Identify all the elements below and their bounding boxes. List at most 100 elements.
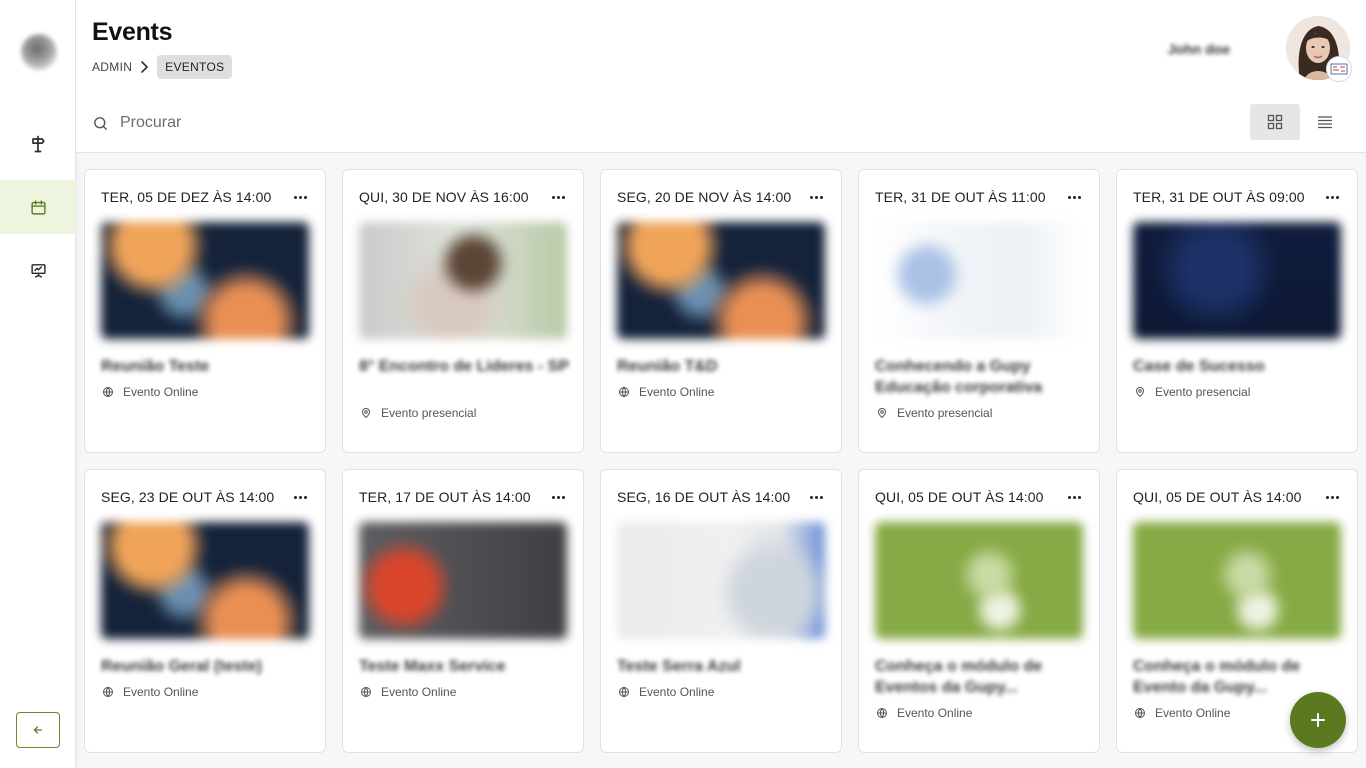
add-event-button[interactable] xyxy=(1290,692,1346,748)
event-title: Teste Maxx Service xyxy=(359,658,506,675)
event-type-label: Evento Online xyxy=(123,685,199,699)
event-card[interactable]: TER, 05 DE DEZ ÀS 14:00 Reunião Teste Ev… xyxy=(84,169,326,453)
user-name[interactable]: John doe xyxy=(1168,41,1230,57)
event-date: SEG, 20 DE NOV ÀS 14:00 xyxy=(617,189,792,205)
event-title: Case de Sucesso xyxy=(1133,358,1265,375)
event-card[interactable]: QUI, 30 DE NOV ÀS 16:00 8° Encontro de L… xyxy=(342,169,584,453)
event-type: Evento presencial xyxy=(360,406,476,420)
event-cover-image xyxy=(101,222,309,339)
event-title: Teste Serra Azul xyxy=(617,658,741,675)
company-logo[interactable] xyxy=(21,34,57,70)
page-title: Events xyxy=(92,18,173,46)
event-title: 8° Encontro de Lideres - SP xyxy=(359,358,569,375)
event-type: Evento Online xyxy=(618,685,714,699)
more-options-icon[interactable] xyxy=(1321,188,1343,206)
event-cover-image xyxy=(359,222,567,339)
event-card[interactable]: TER, 31 DE OUT ÀS 11:00 Conhecendo a Gup… xyxy=(858,169,1100,453)
event-date: TER, 05 DE DEZ ÀS 14:00 xyxy=(101,189,272,205)
breadcrumb-admin[interactable]: ADMIN xyxy=(92,60,132,74)
globe-icon xyxy=(619,686,629,698)
breadcrumb-current: EVENTOS xyxy=(157,55,233,79)
event-type-label: Evento Online xyxy=(639,685,715,699)
search-bar[interactable] xyxy=(92,114,720,132)
list-view-button[interactable] xyxy=(1300,104,1350,140)
event-type-label: Evento Online xyxy=(381,685,457,699)
event-cover-image xyxy=(617,522,825,639)
globe-icon xyxy=(103,686,113,698)
event-card[interactable]: SEG, 20 DE NOV ÀS 14:00 Reunião T&D Even… xyxy=(600,169,842,453)
sidebar-item-presentations[interactable] xyxy=(0,243,76,297)
location-pin-icon xyxy=(1135,387,1145,398)
event-cover-image xyxy=(875,222,1083,339)
event-type: Evento Online xyxy=(1134,706,1230,720)
more-options-icon[interactable] xyxy=(805,488,827,506)
globe-icon xyxy=(877,707,887,719)
event-date: QUI, 05 DE OUT ÀS 14:00 xyxy=(875,489,1044,505)
collapse-sidebar-button[interactable] xyxy=(16,712,60,748)
event-type-label: Evento Online xyxy=(897,706,973,720)
globe-icon xyxy=(361,686,371,698)
event-date: QUI, 30 DE NOV ÀS 16:00 xyxy=(359,189,529,205)
location-pin-icon xyxy=(877,408,887,419)
event-type-label: Evento presencial xyxy=(381,406,477,420)
event-type: Evento presencial xyxy=(876,406,992,420)
page-header: Events ADMIN EVENTOS John doe xyxy=(76,0,1366,153)
grid-view-button[interactable] xyxy=(1250,104,1300,140)
event-date: TER, 31 DE OUT ÀS 11:00 xyxy=(875,189,1046,205)
chevron-right-icon xyxy=(140,61,149,73)
event-title: Conhecendo a Gupy Educação corporativa xyxy=(875,358,1043,396)
globe-icon xyxy=(103,386,113,398)
more-options-icon[interactable] xyxy=(289,488,311,506)
globe-icon xyxy=(619,386,629,398)
sidebar-item-events[interactable] xyxy=(0,180,76,234)
event-date: TER, 31 DE OUT ÀS 09:00 xyxy=(1133,189,1305,205)
sidebar-item-trails[interactable] xyxy=(0,117,76,171)
event-type: Evento presencial xyxy=(1134,385,1250,399)
event-type: Evento Online xyxy=(102,385,198,399)
event-date: TER, 17 DE OUT ÀS 14:00 xyxy=(359,489,531,505)
event-title: Reunião T&D xyxy=(617,358,718,375)
search-input[interactable] xyxy=(120,114,720,132)
event-type-label: Evento presencial xyxy=(1155,385,1251,399)
event-title: Conheça o módulo de Eventos da Gupy... xyxy=(875,658,1043,696)
calendar-icon xyxy=(30,199,46,215)
event-card[interactable]: QUI, 05 DE OUT ÀS 14:00 Conheça o módulo… xyxy=(858,469,1100,753)
more-options-icon[interactable] xyxy=(547,488,569,506)
event-type-label: Evento presencial xyxy=(897,406,993,420)
event-card[interactable]: SEG, 16 DE OUT ÀS 14:00 Teste Serra Azul… xyxy=(600,469,842,753)
event-type-label: Evento Online xyxy=(639,385,715,399)
more-options-icon[interactable] xyxy=(1063,188,1085,206)
more-options-icon[interactable] xyxy=(289,188,311,206)
event-cover-image xyxy=(875,522,1083,639)
presentation-icon xyxy=(30,263,46,278)
event-cover-image xyxy=(1133,222,1341,339)
event-type: Evento Online xyxy=(876,706,972,720)
event-cover-image xyxy=(359,522,567,639)
event-date: QUI, 05 DE OUT ÀS 14:00 xyxy=(1133,489,1302,505)
view-toggle xyxy=(1250,104,1350,140)
location-pin-icon xyxy=(361,408,371,419)
event-title: Reunião Teste xyxy=(101,358,210,375)
more-options-icon[interactable] xyxy=(1063,488,1085,506)
event-title: Reunião Geral (teste) xyxy=(101,658,262,675)
events-grid: TER, 05 DE DEZ ÀS 14:00 Reunião Teste Ev… xyxy=(84,169,1358,753)
event-type-label: Evento Online xyxy=(1155,706,1231,720)
search-icon xyxy=(94,116,107,130)
event-date: SEG, 23 DE OUT ÀS 14:00 xyxy=(101,489,275,505)
list-icon xyxy=(1318,116,1332,129)
signpost-icon xyxy=(32,135,45,153)
event-type: Evento Online xyxy=(102,685,198,699)
plus-icon xyxy=(1311,713,1325,727)
grid-icon xyxy=(1267,114,1283,130)
event-date: SEG, 16 DE OUT ÀS 14:00 xyxy=(617,489,791,505)
breadcrumb: ADMIN EVENTOS xyxy=(92,55,233,79)
more-options-icon[interactable] xyxy=(547,188,569,206)
event-card[interactable]: TER, 31 DE OUT ÀS 09:00 Case de Sucesso … xyxy=(1116,169,1358,453)
more-options-icon[interactable] xyxy=(1321,488,1343,506)
event-card[interactable]: SEG, 23 DE OUT ÀS 14:00 Reunião Geral (t… xyxy=(84,469,326,753)
event-card[interactable]: TER, 17 DE OUT ÀS 14:00 Teste Maxx Servi… xyxy=(342,469,584,753)
event-type: Evento Online xyxy=(360,685,456,699)
sidebar xyxy=(0,0,76,768)
more-options-icon[interactable] xyxy=(805,188,827,206)
globe-icon xyxy=(1135,707,1145,719)
